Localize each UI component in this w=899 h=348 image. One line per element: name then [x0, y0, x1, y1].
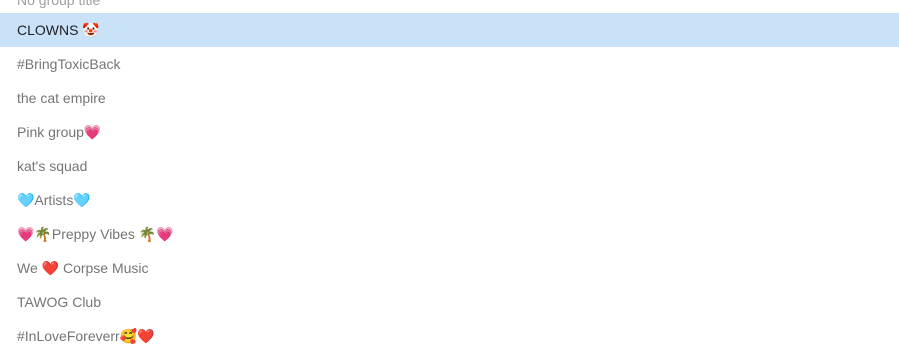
group-item-inloveforeverr[interactable]: #InLoveForeverr🥰❤️ [0, 319, 899, 348]
group-item-pink-group[interactable]: Pink group💗 [0, 115, 899, 149]
group-name: the cat empire [17, 90, 106, 106]
group-name: kat's squad [17, 158, 88, 174]
group-name: 🩵Artists🩵 [17, 191, 91, 208]
group-item-clowns[interactable]: CLOWNS 🤡 [0, 13, 899, 47]
group-list: No group title CLOWNS 🤡 #BringToxicBack … [0, 0, 899, 348]
group-item-kats-squad[interactable]: kat's squad [0, 149, 899, 183]
group-item-the-cat-empire[interactable]: the cat empire [0, 81, 899, 115]
group-name: #BringToxicBack [17, 56, 121, 72]
group-name: Pink group💗 [17, 123, 102, 140]
group-item-bringtoxicback[interactable]: #BringToxicBack [0, 47, 899, 81]
group-item-artists[interactable]: 🩵Artists🩵 [0, 183, 899, 217]
group-name: No group title [17, 0, 101, 8]
group-item-preppy-vibes[interactable]: 💗🌴Preppy Vibes 🌴💗 [0, 217, 899, 251]
group-name: CLOWNS 🤡 [17, 21, 100, 38]
group-name: We ❤️ Corpse Music [17, 259, 149, 276]
group-name: #InLoveForeverr🥰❤️ [17, 327, 155, 344]
group-name: TAWOG Club [17, 294, 102, 310]
group-item-tawog-club[interactable]: TAWOG Club [0, 285, 899, 319]
group-name: 💗🌴Preppy Vibes 🌴💗 [17, 225, 174, 242]
group-item-we-love-corpse-music[interactable]: We ❤️ Corpse Music [0, 251, 899, 285]
